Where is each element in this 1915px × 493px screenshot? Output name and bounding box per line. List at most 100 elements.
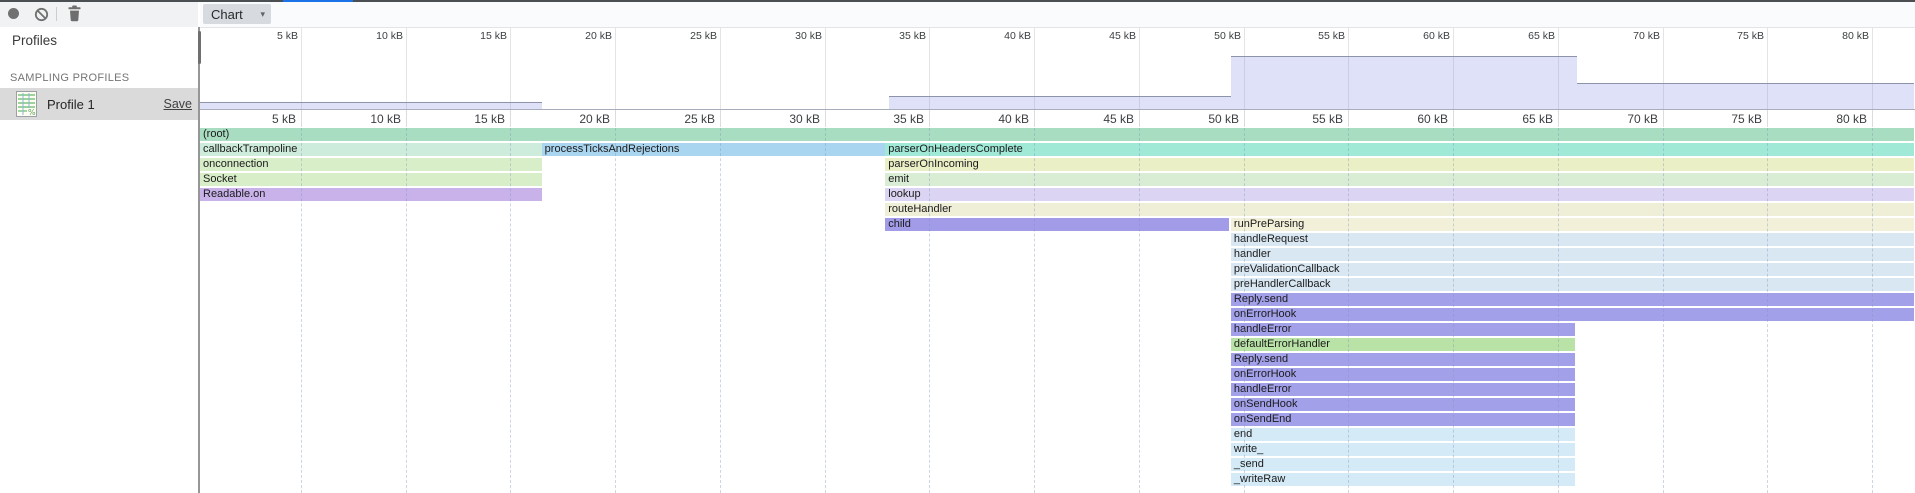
chart-ruler-tick	[1453, 110, 1454, 127]
chart-ruler-tick	[1663, 110, 1664, 127]
overview-ruler-tick-label: 10 kB	[343, 30, 403, 42]
flame-bar[interactable]: handleRequest	[1231, 233, 1914, 246]
chart-ruler-tick-label: 25 kB	[651, 112, 715, 126]
flame-bar-label: onSendHook	[1234, 398, 1298, 410]
chart-ruler-tick	[929, 110, 930, 127]
overview-ruler-tick-label: 45 kB	[1076, 30, 1136, 42]
view-mode-value: Chart	[211, 7, 243, 22]
overview-gridline	[720, 28, 721, 109]
flame-bar[interactable]: defaultErrorHandler	[1231, 338, 1575, 351]
flame-bar[interactable]: onconnection	[200, 158, 542, 171]
overview-memory-step	[1231, 56, 1577, 109]
flame-bar[interactable]: handleError	[1231, 383, 1575, 396]
sampling-profile-icon: %	[16, 91, 37, 117]
flame-bar-label: onSendEnd	[1234, 413, 1292, 425]
chart-ruler-tick	[720, 110, 721, 127]
flame-bar[interactable]: onErrorHook	[1231, 308, 1914, 321]
overview-memory-step	[889, 96, 1230, 109]
flame-bar[interactable]: _writeRaw	[1231, 473, 1575, 486]
flame-bar[interactable]: write_	[1231, 443, 1575, 456]
flame-bar[interactable]: Readable.on	[200, 188, 542, 201]
memory-profiler-panel: Chart ▾ Profiles SAMPLING PROFILES % Pro…	[0, 0, 1915, 493]
flame-bar[interactable]: (root)	[200, 128, 1914, 141]
flame-bar-label: handler	[1234, 248, 1271, 260]
flame-bar[interactable]: emit	[885, 173, 1914, 186]
profile-list-item[interactable]: % Profile 1 Save	[0, 88, 198, 120]
flame-bar[interactable]: handler	[1231, 248, 1914, 261]
overview-ruler-tick-label: 20 kB	[552, 30, 612, 42]
flame-bar-label: routeHandler	[888, 203, 952, 215]
flame-bar[interactable]: runPreParsing	[1231, 218, 1914, 231]
flame-bar[interactable]: callbackTrampoline	[200, 143, 542, 156]
overview-gridline	[301, 28, 302, 109]
flame-bar-label: runPreParsing	[1234, 218, 1304, 230]
record-icon[interactable]	[8, 8, 19, 19]
flame-bar[interactable]: Reply.send	[1231, 353, 1575, 366]
chart-ruler-tick-label: 50 kB	[1175, 112, 1239, 126]
flame-bar[interactable]: routeHandler	[885, 203, 1914, 216]
flame-bar-label: handleRequest	[1234, 233, 1308, 245]
flame-bar[interactable]: parserOnIncoming	[885, 158, 1914, 171]
profile-name: Profile 1	[47, 97, 164, 112]
flame-bar[interactable]: _send	[1231, 458, 1575, 471]
clear-icon[interactable]	[34, 7, 49, 27]
flame-bar[interactable]: onErrorHook	[1231, 368, 1575, 381]
flame-bar-label: onErrorHook	[1234, 368, 1296, 380]
trash-icon[interactable]	[67, 5, 82, 27]
view-mode-select[interactable]: Chart ▾	[203, 4, 271, 24]
chart-ruler-tick	[1767, 110, 1768, 127]
flame-bar[interactable]: handleError	[1231, 323, 1575, 336]
flame-bar[interactable]: preValidationCallback	[1231, 263, 1914, 276]
overview-gridline	[825, 28, 826, 109]
flame-bar[interactable]: parserOnHeadersComplete	[885, 143, 1914, 156]
flame-gridline	[720, 128, 721, 493]
chart-ruler-tick	[406, 110, 407, 127]
chart-ruler-tick-label: 70 kB	[1594, 112, 1658, 126]
toolbar-separator	[56, 7, 57, 21]
overview-ruler-tick-label: 80 kB	[1809, 30, 1869, 42]
flame-bar[interactable]: onSendHook	[1231, 398, 1575, 411]
flame-bar-label: emit	[888, 173, 909, 185]
flame-bar-label: Socket	[203, 173, 237, 185]
chart-ruler-tick	[1139, 110, 1140, 127]
flame-bar-label: preValidationCallback	[1234, 263, 1340, 275]
overview-ruler-tick-label: 50 kB	[1181, 30, 1241, 42]
flame-bar-label: _send	[1234, 458, 1264, 470]
chart-ruler-tick-label: 60 kB	[1384, 112, 1448, 126]
flame-bar-label: child	[888, 218, 911, 230]
overview-memory-step	[200, 102, 542, 109]
flame-bar[interactable]: Reply.send	[1231, 293, 1914, 306]
flame-bar[interactable]: Socket	[200, 173, 542, 186]
flame-bar[interactable]: child	[885, 218, 1229, 231]
sidebar-scrollbar[interactable]	[198, 31, 201, 64]
sampling-profiles-section-label: SAMPLING PROFILES	[10, 72, 129, 84]
flame-bar-label: write_	[1234, 443, 1263, 455]
flame-bar[interactable]: onSendEnd	[1231, 413, 1575, 426]
chart-ruler-tick-label: 55 kB	[1279, 112, 1343, 126]
flame-bar-label: processTicksAndRejections	[545, 143, 680, 155]
chart-ruler-tick-label: 15 kB	[441, 112, 505, 126]
flame-bar-label: lookup	[888, 188, 920, 200]
flame-bar[interactable]: end	[1231, 428, 1575, 441]
overview-ruler-tick-label: 65 kB	[1495, 30, 1555, 42]
chart-ruler-tick-label: 80 kB	[1803, 112, 1867, 126]
flame-bar[interactable]: lookup	[885, 188, 1914, 201]
chart-ruler-tick-label: 20 kB	[546, 112, 610, 126]
chart-ruler-tick	[825, 110, 826, 127]
save-profile-link[interactable]: Save	[164, 97, 193, 111]
chart-ruler-tick	[1034, 110, 1035, 127]
flame-bar-label: preHandlerCallback	[1234, 278, 1331, 290]
flame-bar[interactable]: preHandlerCallback	[1231, 278, 1914, 291]
chart-ruler-tick-label: 65 kB	[1489, 112, 1553, 126]
flame-bar-label: handleError	[1234, 323, 1291, 335]
flame-bar-label: callbackTrampoline	[203, 143, 297, 155]
overview-baseline	[200, 109, 1915, 110]
flame-bar[interactable]: processTicksAndRejections	[542, 143, 886, 156]
chart-ruler-tick	[1872, 110, 1873, 127]
chart-ruler-tick-label: 30 kB	[756, 112, 820, 126]
chevron-down-icon: ▾	[260, 9, 265, 20]
overview-ruler-tick-label: 60 kB	[1390, 30, 1450, 42]
chart-ruler-tick	[615, 110, 616, 127]
flame-gridline	[825, 128, 826, 493]
overview-ruler-tick-label: 70 kB	[1600, 30, 1660, 42]
